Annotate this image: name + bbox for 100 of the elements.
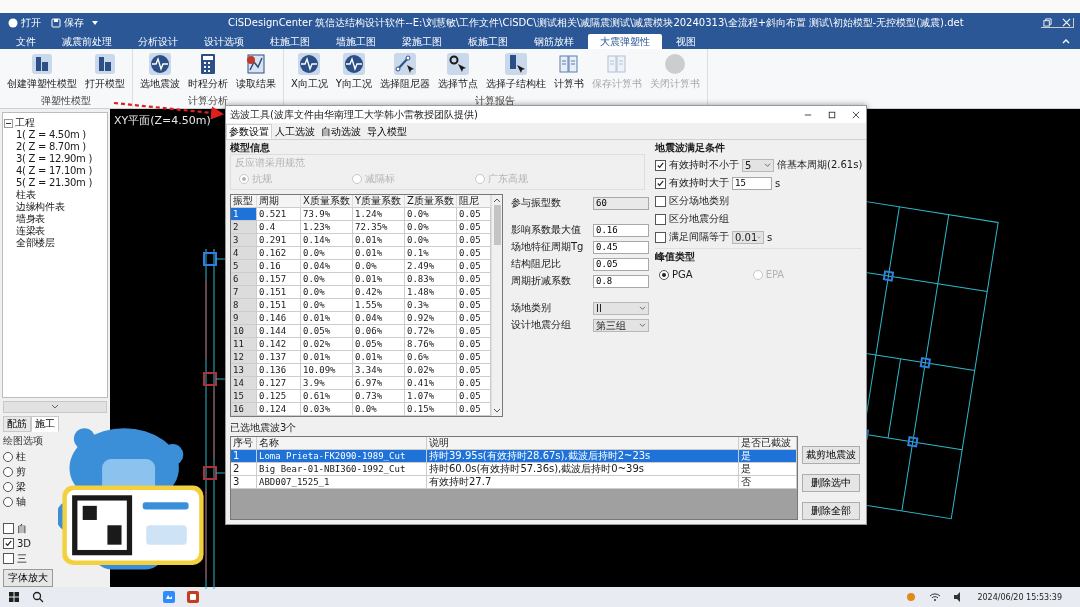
table-cell[interactable]: 0.1%: [405, 247, 457, 260]
tree-item[interactable]: 柱表: [16, 189, 36, 201]
tree-item[interactable]: 工程: [15, 117, 35, 129]
table-cell[interactable]: 0.0%: [405, 234, 457, 247]
ribbon-button[interactable]: 计算书: [550, 51, 587, 95]
table-cell[interactable]: 0.157: [257, 273, 301, 286]
quick-action-button[interactable]: 保存: [49, 15, 86, 30]
table-cell[interactable]: 6: [231, 273, 257, 286]
table-cell[interactable]: 4: [231, 247, 257, 260]
table-row[interactable]: 1 Loma Prieta-FK2090-1989_Cut 持时39.95s(有效持时28.67s),截波后持时2~23s 是: [231, 450, 797, 463]
table-cell[interactable]: 0.521: [257, 208, 301, 221]
table-cell[interactable]: 9: [231, 312, 257, 325]
ribbon-button[interactable]: 选择子结构柱: [482, 51, 549, 95]
menu-tab[interactable]: 设计选项: [192, 34, 256, 49]
table-cell[interactable]: 0.92%: [405, 312, 457, 325]
table-cell[interactable]: 1.24%: [353, 208, 405, 221]
checkbox[interactable]: [655, 159, 666, 171]
table-cell[interactable]: 0.4: [257, 221, 301, 234]
maximize-icon[interactable]: [828, 110, 836, 119]
table-cell[interactable]: 1: [231, 208, 257, 221]
dropdown[interactable]: 5: [742, 158, 774, 172]
menu-tab[interactable]: 分析设计: [126, 34, 190, 49]
input-field[interactable]: 0.8: [593, 274, 649, 288]
table-cell[interactable]: 0.0%: [353, 260, 405, 273]
table-cell[interactable]: 0.6%: [405, 351, 457, 364]
table-cell[interactable]: 0.01%: [353, 351, 405, 364]
table-cell[interactable]: 0.01%: [353, 247, 405, 260]
table-cell[interactable]: 0.0%: [301, 286, 353, 299]
menu-tab[interactable]: 梁施工图: [390, 34, 454, 49]
table-cell[interactable]: 1.48%: [405, 286, 457, 299]
tree-item[interactable]: 5( Z = 21.30m ): [16, 177, 92, 189]
table-cell[interactable]: 0.0%: [301, 299, 353, 312]
table-cell[interactable]: 0.162: [257, 247, 301, 260]
menu-tab[interactable]: 板施工图: [456, 34, 520, 49]
dialog-button[interactable]: 删除选中: [802, 474, 860, 492]
table-cell[interactable]: 1.23%: [301, 221, 353, 234]
checkbox[interactable]: [3, 538, 14, 549]
input-field[interactable]: 0.45: [593, 240, 649, 254]
dialog-button[interactable]: 删除全部: [802, 502, 860, 520]
table-row[interactable]: 2 Big Bear-01-NBI360-1992_Cut 持时60.0s(有效持时57.36s),截波后持时0~39s 是: [231, 463, 797, 476]
dialog-button[interactable]: 裁剪地震波: [802, 446, 860, 464]
checkbox[interactable]: [3, 523, 14, 534]
table-cell[interactable]: 0.3%: [405, 299, 457, 312]
panel-tab[interactable]: 配筋: [3, 416, 31, 432]
table-cell[interactable]: 0.14%: [301, 234, 353, 247]
dropdown[interactable]: 0.01: [732, 230, 764, 244]
tree-item[interactable]: 墙身表: [16, 213, 46, 225]
clock[interactable]: 2024/06/20 15:53:39: [977, 592, 1072, 602]
radio-button[interactable]: [3, 481, 13, 492]
table-cell[interactable]: 6.97%: [353, 377, 405, 390]
table-cell[interactable]: 0.137: [257, 351, 301, 364]
font-enlarge-button[interactable]: 字体放大: [3, 569, 53, 587]
camera-app-icon[interactable]: [163, 591, 175, 603]
panel-tab[interactable]: 施工: [31, 416, 59, 432]
menu-tab[interactable]: 柱施工图: [258, 34, 322, 49]
table-cell[interactable]: 0.05%: [301, 325, 353, 338]
table-cell[interactable]: 0.127: [257, 377, 301, 390]
table-cell[interactable]: 3.9%: [301, 377, 353, 390]
network-icon[interactable]: [929, 591, 942, 603]
ribbon-button[interactable]: 选择节点: [434, 51, 481, 95]
dropdown[interactable]: 第三组: [593, 318, 649, 332]
scroll-up-icon[interactable]: [493, 197, 501, 203]
tree-item[interactable]: 全部楼层: [16, 237, 55, 249]
input-field[interactable]: 15: [732, 176, 772, 190]
table-cell[interactable]: 14: [231, 377, 257, 390]
scrollbar[interactable]: [491, 195, 502, 416]
radio-button[interactable]: [659, 269, 669, 280]
menu-tab[interactable]: 墙施工图: [324, 34, 388, 49]
column-header[interactable]: Y质量系数: [353, 195, 405, 208]
tree-item[interactable]: 1( Z = 4.50m ): [16, 129, 86, 141]
table-cell[interactable]: 1.07%: [405, 390, 457, 403]
table-cell[interactable]: 0.151: [257, 286, 301, 299]
column-header[interactable]: 阻尼: [457, 195, 491, 208]
menu-tab[interactable]: 大震弹塑性: [588, 34, 662, 49]
menu-tab[interactable]: 视图: [664, 34, 708, 49]
search-icon[interactable]: [32, 591, 44, 603]
collapse-toggle[interactable]: [4, 118, 13, 128]
ribbon-button[interactable]: 读取结果: [233, 51, 279, 95]
table-cell[interactable]: 0.05%: [353, 338, 405, 351]
table-cell[interactable]: 0.02%: [301, 338, 353, 351]
checkbox[interactable]: [655, 195, 666, 207]
table-cell[interactable]: 0.0%: [405, 208, 457, 221]
table-cell[interactable]: 0.83%: [405, 273, 457, 286]
tree-item[interactable]: 连梁表: [16, 225, 46, 237]
table-cell[interactable]: 0.06%: [353, 325, 405, 338]
table-cell[interactable]: 11: [231, 338, 257, 351]
radio-button[interactable]: [3, 466, 13, 477]
scroll-down-icon[interactable]: [493, 408, 501, 414]
table-cell[interactable]: 15: [231, 390, 257, 403]
table-cell[interactable]: 7: [231, 286, 257, 299]
table-cell[interactable]: 8.76%: [405, 338, 457, 351]
column-header[interactable]: Z质量系数: [405, 195, 457, 208]
checkbox[interactable]: [655, 177, 666, 189]
table-cell[interactable]: 0.61%: [301, 390, 353, 403]
table-cell[interactable]: 0.142: [257, 338, 301, 351]
table-cell[interactable]: 1.55%: [353, 299, 405, 312]
table-cell[interactable]: 16: [231, 403, 257, 416]
tree-item[interactable]: 3( Z = 12.90m ): [16, 153, 92, 165]
column-header[interactable]: 周期: [257, 195, 301, 208]
table-cell[interactable]: 10.09%: [301, 364, 353, 377]
